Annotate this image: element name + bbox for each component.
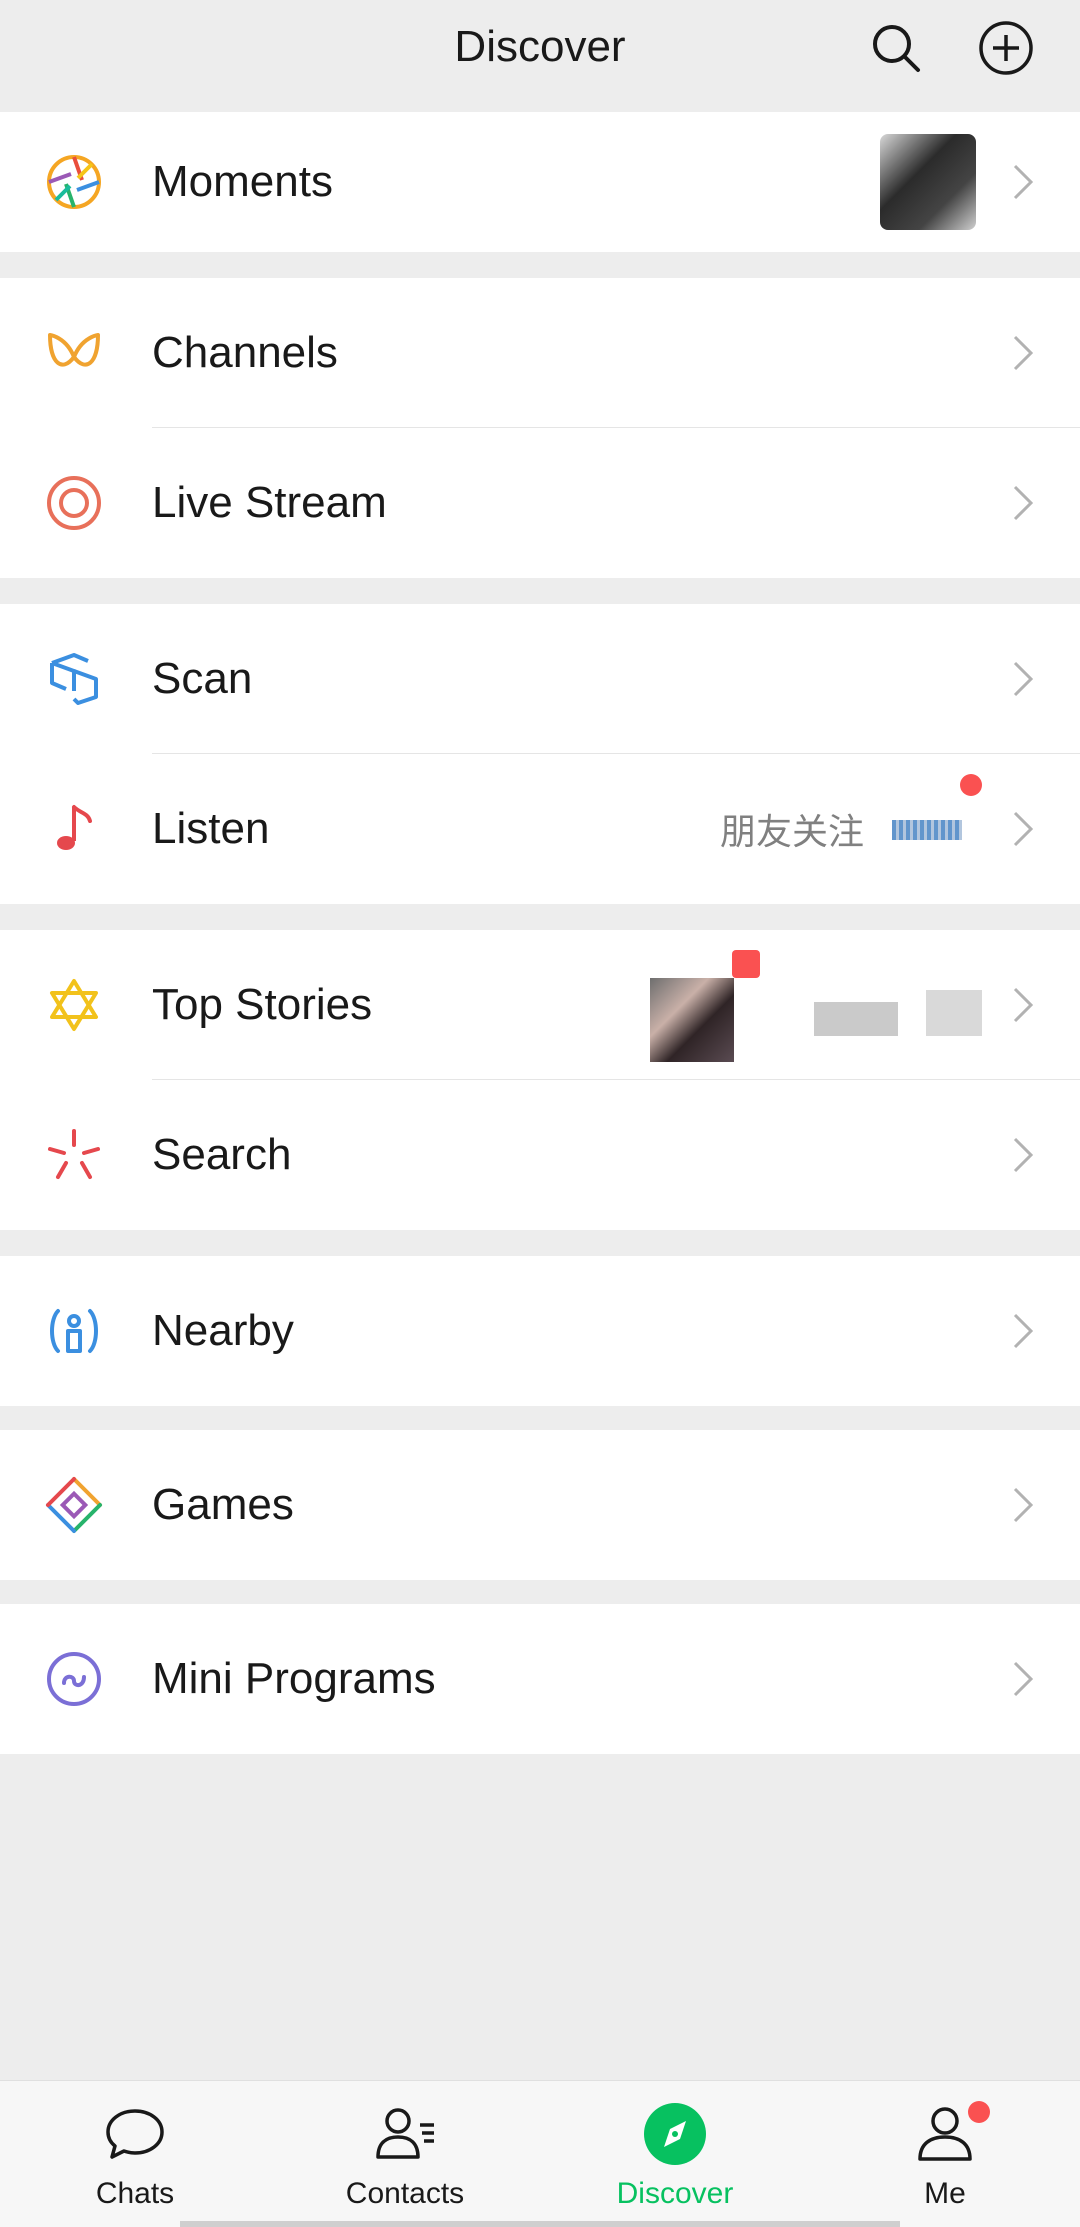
menu-item-listen[interactable]: Listen 朋友关注 bbox=[0, 754, 1080, 904]
chevron-right-icon bbox=[1010, 657, 1036, 701]
scan-cube-icon bbox=[44, 649, 104, 709]
group-games: Games bbox=[0, 1430, 1080, 1580]
group-moments: Moments bbox=[0, 112, 1080, 252]
chevron-right-icon bbox=[1010, 481, 1036, 525]
menu-item-label: Nearby bbox=[152, 1306, 294, 1355]
group-top-stories: Top Stories Search bbox=[0, 930, 1080, 1230]
menu-item-top-stories[interactable]: Top Stories bbox=[0, 930, 1080, 1080]
menu-item-label: Top Stories bbox=[152, 980, 373, 1029]
channels-butterfly-icon bbox=[44, 323, 104, 383]
games-diamond-icon bbox=[44, 1475, 104, 1535]
menu-item-search[interactable]: Search bbox=[0, 1080, 1080, 1230]
plus-circle-icon[interactable] bbox=[976, 18, 1036, 78]
notification-dot bbox=[960, 774, 982, 796]
chevron-right-icon bbox=[1010, 331, 1036, 375]
search-icon[interactable] bbox=[866, 18, 926, 78]
top-stories-preview-text bbox=[814, 1002, 898, 1036]
menu-item-channels[interactable]: Channels bbox=[0, 278, 1080, 428]
group-mini-programs: Mini Programs bbox=[0, 1604, 1080, 1754]
group-scan: Scan Listen 朋友关注 bbox=[0, 604, 1080, 904]
menu-item-label: Scan bbox=[152, 654, 253, 703]
bottom-tab-bar: Chats Contacts Discover Me bbox=[0, 2080, 1080, 2227]
chevron-right-icon bbox=[1010, 160, 1036, 204]
tab-label: Contacts bbox=[345, 2177, 465, 2210]
tab-discover[interactable]: Discover bbox=[540, 2081, 810, 2227]
contacts-icon bbox=[370, 2099, 440, 2169]
chevron-right-icon bbox=[1010, 983, 1036, 1027]
moments-aperture-icon bbox=[44, 152, 104, 212]
tab-label: Discover bbox=[616, 2177, 734, 2210]
group-channels: Channels Live Stream bbox=[0, 278, 1080, 578]
home-indicator bbox=[180, 2221, 900, 2227]
menu-item-live-stream[interactable]: Live Stream bbox=[0, 428, 1080, 578]
listen-subtitle: 朋友关注 bbox=[719, 812, 864, 853]
notification-badge bbox=[732, 950, 760, 978]
tab-label: Me bbox=[924, 2177, 966, 2210]
tab-me[interactable]: Me bbox=[810, 2081, 1080, 2227]
listen-source-logo bbox=[892, 820, 962, 840]
top-stories-preview-text bbox=[926, 990, 982, 1036]
menu-item-label: Listen bbox=[152, 804, 270, 853]
moments-preview-thumbnail bbox=[880, 134, 976, 230]
menu-item-label: Live Stream bbox=[152, 478, 387, 527]
top-bar: Discover bbox=[0, 0, 1080, 112]
menu-item-scan[interactable]: Scan bbox=[0, 604, 1080, 754]
top-stories-thumbnail bbox=[650, 978, 734, 1062]
mini-programs-icon bbox=[44, 1649, 104, 1709]
search-sparkle-icon bbox=[44, 1125, 104, 1185]
group-nearby: Nearby bbox=[0, 1256, 1080, 1406]
menu-item-mini-programs[interactable]: Mini Programs bbox=[0, 1604, 1080, 1754]
music-note-icon bbox=[44, 799, 104, 859]
menu-item-moments[interactable]: Moments bbox=[0, 112, 1080, 252]
menu-item-label: Games bbox=[152, 1480, 294, 1529]
chevron-right-icon bbox=[1010, 1483, 1036, 1527]
chevron-right-icon bbox=[1010, 807, 1036, 851]
menu-item-label: Moments bbox=[152, 157, 333, 206]
menu-item-label: Search bbox=[152, 1130, 292, 1179]
menu-item-label: Mini Programs bbox=[152, 1654, 436, 1703]
chevron-right-icon bbox=[1010, 1309, 1036, 1353]
menu-item-nearby[interactable]: Nearby bbox=[0, 1256, 1080, 1406]
notification-dot bbox=[968, 2101, 990, 2123]
top-stories-star-icon bbox=[44, 975, 104, 1035]
live-stream-ring-icon bbox=[44, 473, 104, 533]
tab-contacts[interactable]: Contacts bbox=[270, 2081, 540, 2227]
tab-label: Chats bbox=[95, 2177, 175, 2210]
nearby-person-icon bbox=[44, 1301, 104, 1361]
menu-item-games[interactable]: Games bbox=[0, 1430, 1080, 1580]
chat-bubble-icon bbox=[100, 2099, 170, 2169]
chevron-right-icon bbox=[1010, 1657, 1036, 1701]
compass-icon bbox=[640, 2099, 710, 2169]
chevron-right-icon bbox=[1010, 1133, 1036, 1177]
menu-item-label: Channels bbox=[152, 328, 338, 377]
tab-chats[interactable]: Chats bbox=[0, 2081, 270, 2227]
